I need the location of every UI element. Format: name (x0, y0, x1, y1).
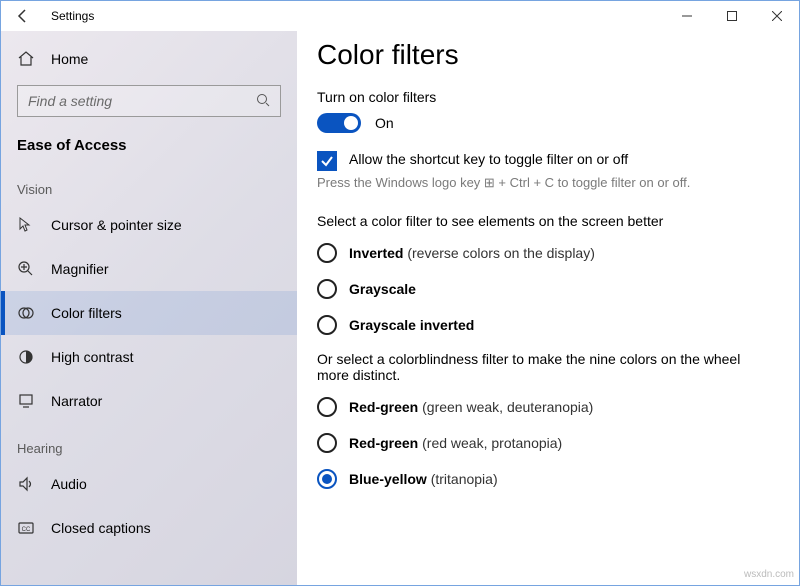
page-title: Color filters (317, 39, 779, 71)
option-paren: (tritanopia) (431, 471, 498, 487)
option-name: Inverted (349, 245, 403, 261)
sidebar-item-home[interactable]: Home (1, 37, 297, 81)
option-paren: (red weak, protanopia) (422, 435, 562, 451)
sidebar-item-label: High contrast (51, 349, 133, 365)
maximize-button[interactable] (709, 1, 754, 31)
color-filters-toggle[interactable] (317, 113, 361, 133)
sidebar-item-label: Closed captions (51, 520, 151, 536)
narrator-icon (17, 392, 35, 410)
arrow-left-icon (15, 8, 31, 24)
minimize-button[interactable] (664, 1, 709, 31)
filter-prompt: Select a color filter to see elements on… (317, 213, 779, 229)
svg-text:CC: CC (22, 527, 31, 533)
color-filters-icon (17, 304, 35, 322)
audio-icon (17, 475, 35, 493)
toggle-label: Turn on color filters (317, 89, 779, 105)
radio-grayscale[interactable]: Grayscale (317, 279, 779, 299)
home-icon (17, 50, 35, 68)
option-name: Grayscale (349, 281, 416, 297)
sidebar-item-label: Narrator (51, 393, 102, 409)
sidebar-item-cc[interactable]: CC Closed captions (1, 506, 297, 550)
cursor-icon (17, 216, 35, 234)
shortcut-checkbox[interactable] (317, 151, 337, 171)
radio-grayscale-inverted[interactable]: Grayscale inverted (317, 315, 779, 335)
watermark: wsxdn.com (744, 569, 794, 580)
sidebar-item-label: Magnifier (51, 261, 109, 277)
radio-deuteranopia[interactable]: Red-green (green weak, deuteranopia) (317, 397, 779, 417)
sidebar-item-color-filters[interactable]: Color filters (1, 291, 297, 335)
back-button[interactable] (1, 1, 45, 31)
option-paren: (reverse colors on the display) (407, 245, 595, 261)
sidebar-item-audio[interactable]: Audio (1, 462, 297, 506)
window-title: Settings (45, 9, 94, 23)
search-icon (256, 93, 272, 109)
sidebar-group-hearing: Hearing (1, 423, 297, 462)
radio-button (317, 315, 337, 335)
sidebar-section-title: Ease of Access (1, 127, 297, 164)
radio-button (317, 469, 337, 489)
option-name: Red-green (349, 399, 418, 415)
cc-icon: CC (17, 519, 35, 537)
option-name: Red-green (349, 435, 418, 451)
radio-button (317, 433, 337, 453)
close-icon (772, 11, 782, 21)
shortcut-hint: Press the Windows logo key ⊞ + Ctrl + C … (317, 175, 779, 191)
magnifier-icon (17, 260, 35, 278)
check-icon (320, 154, 334, 168)
option-name: Blue-yellow (349, 471, 427, 487)
titlebar: Settings (1, 1, 799, 31)
radio-protanopia[interactable]: Red-green (red weak, protanopia) (317, 433, 779, 453)
option-paren: (green weak, deuteranopia) (422, 399, 593, 415)
search-field[interactable] (26, 92, 256, 110)
option-name: Grayscale inverted (349, 317, 474, 333)
sidebar-item-magnifier[interactable]: Magnifier (1, 247, 297, 291)
high-contrast-icon (17, 348, 35, 366)
radio-tritanopia[interactable]: Blue-yellow (tritanopia) (317, 469, 779, 489)
maximize-icon (727, 11, 737, 21)
radio-button (317, 279, 337, 299)
sidebar-item-cursor[interactable]: Cursor & pointer size (1, 203, 297, 247)
sidebar-item-label: Audio (51, 476, 87, 492)
sidebar-item-narrator[interactable]: Narrator (1, 379, 297, 423)
radio-inverted[interactable]: Inverted (reverse colors on the display) (317, 243, 779, 263)
sidebar-item-label: Home (51, 51, 88, 67)
main-panel: Color filters Turn on color filters On A… (297, 31, 799, 585)
cb-prompt: Or select a colorblindness filter to mak… (317, 351, 747, 383)
search-input[interactable] (17, 85, 281, 117)
sidebar: Home Ease of Access Vision Cursor & poin… (1, 31, 297, 585)
radio-button (317, 243, 337, 263)
shortcut-label: Allow the shortcut key to toggle filter … (349, 151, 628, 167)
minimize-icon (682, 11, 692, 21)
sidebar-item-label: Color filters (51, 305, 122, 321)
toggle-knob (344, 116, 358, 130)
sidebar-item-label: Cursor & pointer size (51, 217, 182, 233)
radio-button (317, 397, 337, 417)
sidebar-item-high-contrast[interactable]: High contrast (1, 335, 297, 379)
close-button[interactable] (754, 1, 799, 31)
toggle-state: On (375, 115, 394, 131)
sidebar-group-vision: Vision (1, 164, 297, 203)
